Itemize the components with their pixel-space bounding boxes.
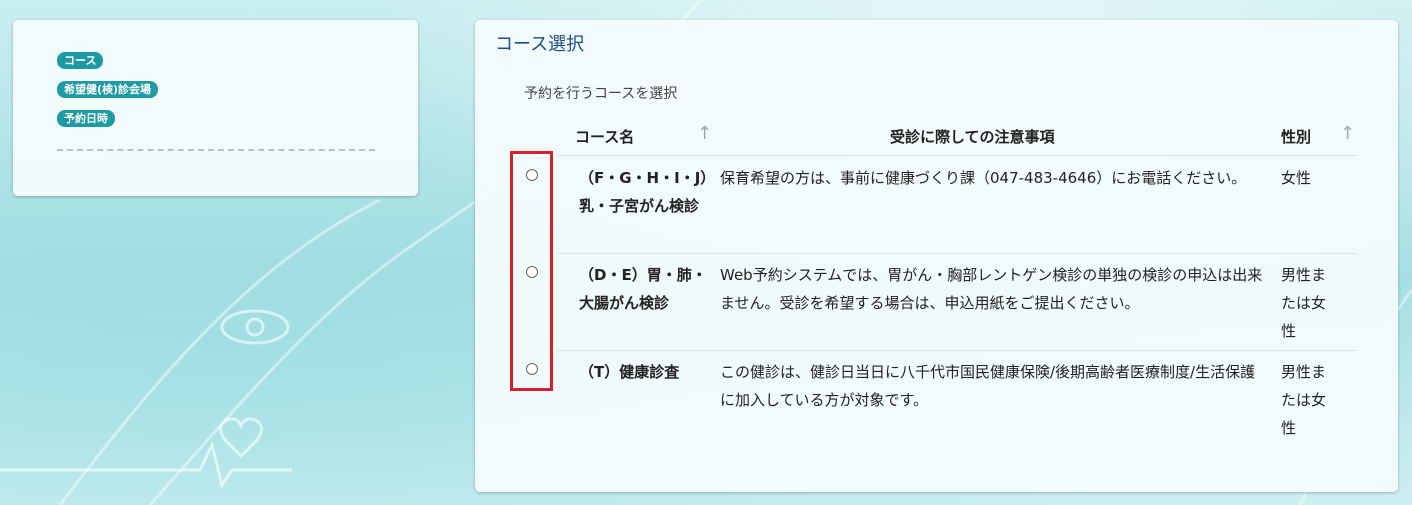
course-note-2: Web予約システムでは、胃がん・胸部レントゲン検診の単独の検診の申込は出来ません…	[720, 266, 1263, 312]
course-name-2: （D・E）胃・肺・大腸がん検診	[579, 266, 707, 312]
course-gender-1: 女性	[1281, 169, 1312, 187]
row-divider	[557, 253, 1357, 254]
step-datetime-badge: 予約日時	[57, 110, 115, 127]
course-note-3: この健診は、健診日当日に八千代市国民健康保険/後期高齢者医療制度/生活保護に加入…	[720, 363, 1256, 409]
page-title: コース選択	[495, 34, 585, 55]
row-divider	[557, 350, 1357, 351]
course-gender-3: 男性または女性	[1281, 363, 1327, 437]
radio-highlight-box	[510, 151, 553, 391]
course-name-1: （F・G・H・I・J）乳・子宮がん検診	[579, 169, 708, 215]
sort-course-arrow-icon[interactable]: ↑	[697, 123, 712, 144]
progress-card: コース 希望健(検)診会場 予約日時	[13, 20, 418, 196]
step-course-badge: コース	[57, 52, 104, 69]
header-divider	[557, 155, 1357, 156]
column-header-course[interactable]: コース名	[575, 126, 634, 147]
course-name-3: （T）健康診査	[579, 363, 680, 381]
course-gender-2: 男性または女性	[1281, 266, 1327, 340]
column-header-notes: 受診に際しての注意事項	[890, 128, 1055, 146]
dashed-divider	[57, 149, 375, 151]
course-note-1: 保育希望の方は、事前に健康づくり課（047-483-4646）にお電話ください。	[720, 169, 1247, 187]
step-venue-badge: 希望健(検)診会場	[57, 81, 159, 98]
sort-gender-arrow-icon[interactable]: ↑	[1340, 123, 1355, 144]
column-header-gender[interactable]: 性別	[1281, 126, 1311, 147]
progress-steps: コース 希望健(検)診会場 予約日時	[57, 52, 159, 139]
course-selection-card: コース選択 予約を行うコースを選択 コース名 ↑ 受診に際しての注意事項 性別 …	[475, 20, 1398, 492]
table-caption: 予約を行うコースを選択	[524, 86, 678, 102]
